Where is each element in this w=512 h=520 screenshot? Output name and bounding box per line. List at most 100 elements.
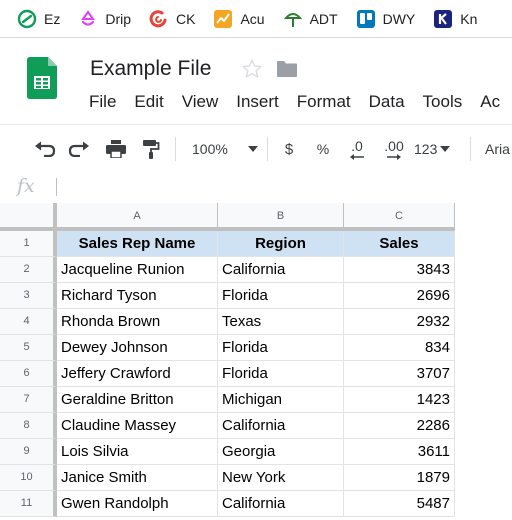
menu-file[interactable]: File <box>89 92 116 112</box>
cell-sales-rep-name[interactable]: Janice Smith <box>57 465 218 491</box>
row-header[interactable]: 5 <box>0 335 57 361</box>
cell-region[interactable]: Florida <box>218 283 344 309</box>
row-header[interactable]: 3 <box>0 283 57 309</box>
spreadsheet-grid: A B C 1 Sales Rep Name Region Sales 2 Jacquel… <box>0 203 512 520</box>
undo-icon[interactable] <box>33 137 57 161</box>
row-header[interactable]: 6 <box>0 361 57 387</box>
redo-icon[interactable] <box>67 137 91 161</box>
increase-decimal-button[interactable]: .00 <box>379 137 409 161</box>
toolbar-divider <box>470 137 471 161</box>
drip-logo-icon <box>78 9 98 29</box>
menu-tools[interactable]: Tools <box>423 92 463 112</box>
zoom-select[interactable]: 100% <box>192 137 264 161</box>
cell-region[interactable]: Florida <box>218 335 344 361</box>
row-header[interactable]: 8 <box>0 413 57 439</box>
cell-sales-rep-name[interactable]: Gwen Randolph <box>57 491 218 517</box>
menu-insert[interactable]: Insert <box>236 92 279 112</box>
bookmark-label: Drip <box>105 10 132 27</box>
bookmark-label: CK <box>176 10 196 27</box>
cell-sales-rep-name[interactable]: Lois Silvia <box>57 439 218 465</box>
font-select[interactable]: Aria <box>485 137 512 161</box>
bookmark-drip[interactable]: Drip <box>78 9 131 29</box>
header-cell-sales-rep-name[interactable]: Sales Rep Name <box>57 231 218 257</box>
bookmark-label: DWY <box>382 10 416 27</box>
cell-sales[interactable]: 2696 <box>344 283 455 309</box>
sheets-logo-icon[interactable] <box>27 57 57 99</box>
folder-icon[interactable] <box>276 60 298 78</box>
print-icon[interactable] <box>104 137 128 161</box>
bookmark-label: Kn <box>460 10 478 27</box>
bookmark-label: ADT <box>309 10 338 27</box>
trello-icon <box>356 9 376 29</box>
arrow-left-icon <box>350 154 364 160</box>
bookmark-adt[interactable]: ADT <box>283 9 338 29</box>
row-header[interactable]: 2 <box>0 257 57 283</box>
cell-sales[interactable]: 1423 <box>344 387 455 413</box>
column-header-c[interactable]: C <box>344 203 455 231</box>
document-title[interactable]: Example File <box>90 57 211 81</box>
cell-sales-rep-name[interactable]: Geraldine Britton <box>57 387 218 413</box>
cell-sales[interactable]: 3707 <box>344 361 455 387</box>
cell-region[interactable]: Texas <box>218 309 344 335</box>
chevron-down-icon <box>247 146 258 152</box>
star-icon[interactable] <box>241 58 263 80</box>
cell-sales[interactable]: 2932 <box>344 309 455 335</box>
bookmark-ez[interactable]: Ez <box>17 9 60 29</box>
menu-edit[interactable]: Edit <box>134 92 163 112</box>
select-all-corner[interactable] <box>0 203 57 231</box>
fx-icon: fx <box>17 175 35 197</box>
menu-bar: File Edit View Insert Format Data Tools … <box>89 92 512 112</box>
paint-format-icon[interactable] <box>139 137 163 161</box>
bookmark-ck[interactable]: CK <box>149 9 195 29</box>
row-header[interactable]: 9 <box>0 439 57 465</box>
header-cell-region[interactable]: Region <box>218 231 344 257</box>
header-cell-sales[interactable]: Sales <box>344 231 455 257</box>
cell-sales[interactable]: 3843 <box>344 257 455 283</box>
cell-sales[interactable]: 2286 <box>344 413 455 439</box>
bookmark-kn[interactable]: Kn <box>433 9 477 29</box>
formula-input[interactable] <box>62 172 512 203</box>
toolbar: 100% $ % .0 .00 123 Aria <box>0 124 512 174</box>
column-header-a[interactable]: A <box>57 203 218 231</box>
row-header[interactable]: 11 <box>0 491 57 517</box>
cell-sales[interactable]: 5487 <box>344 491 455 517</box>
cell-sales-rep-name[interactable]: Jeffery Crawford <box>57 361 218 387</box>
adt-tree-icon <box>283 9 303 29</box>
bookmarks-bar: Ez Drip CK Acu ADT DWY Kn <box>0 0 512 38</box>
decrease-decimal-label: .0 <box>351 138 363 154</box>
more-formats-button[interactable]: 123 <box>414 137 456 161</box>
row-header[interactable]: 10 <box>0 465 57 491</box>
cell-sales[interactable]: 834 <box>344 335 455 361</box>
currency-format-button[interactable]: $ <box>279 137 299 161</box>
menu-addons[interactable]: Ac <box>480 92 500 112</box>
row-header[interactable]: 4 <box>0 309 57 335</box>
cell-sales[interactable]: 1879 <box>344 465 455 491</box>
arrow-right-icon <box>387 154 401 160</box>
cell-region[interactable]: Michigan <box>218 387 344 413</box>
bookmark-dwy[interactable]: DWY <box>356 9 416 29</box>
row-header[interactable]: 7 <box>0 387 57 413</box>
menu-data[interactable]: Data <box>369 92 405 112</box>
cell-region[interactable]: Florida <box>218 361 344 387</box>
row-header[interactable]: 1 <box>0 231 57 257</box>
cell-sales-rep-name[interactable]: Richard Tyson <box>57 283 218 309</box>
percent-format-button[interactable]: % <box>313 137 333 161</box>
menu-format[interactable]: Format <box>297 92 351 112</box>
cell-sales-rep-name[interactable]: Rhonda Brown <box>57 309 218 335</box>
menu-view[interactable]: View <box>182 92 219 112</box>
cell-sales-rep-name[interactable]: Dewey Johnson <box>57 335 218 361</box>
cell-sales-rep-name[interactable]: Claudine Massey <box>57 413 218 439</box>
cell-region[interactable]: Georgia <box>218 439 344 465</box>
cell-region[interactable]: California <box>218 491 344 517</box>
cell-region[interactable]: California <box>218 257 344 283</box>
ez-logo-icon <box>17 9 37 29</box>
cell-region[interactable]: California <box>218 413 344 439</box>
cell-sales-rep-name[interactable]: Jacqueline Runion <box>57 257 218 283</box>
column-header-b[interactable]: B <box>218 203 344 231</box>
acu-logo-icon <box>213 9 233 29</box>
bookmark-acu[interactable]: Acu <box>213 9 265 29</box>
toolbar-divider <box>175 137 176 161</box>
cell-sales[interactable]: 3611 <box>344 439 455 465</box>
decrease-decimal-button[interactable]: .0 <box>344 137 370 161</box>
cell-region[interactable]: New York <box>218 465 344 491</box>
